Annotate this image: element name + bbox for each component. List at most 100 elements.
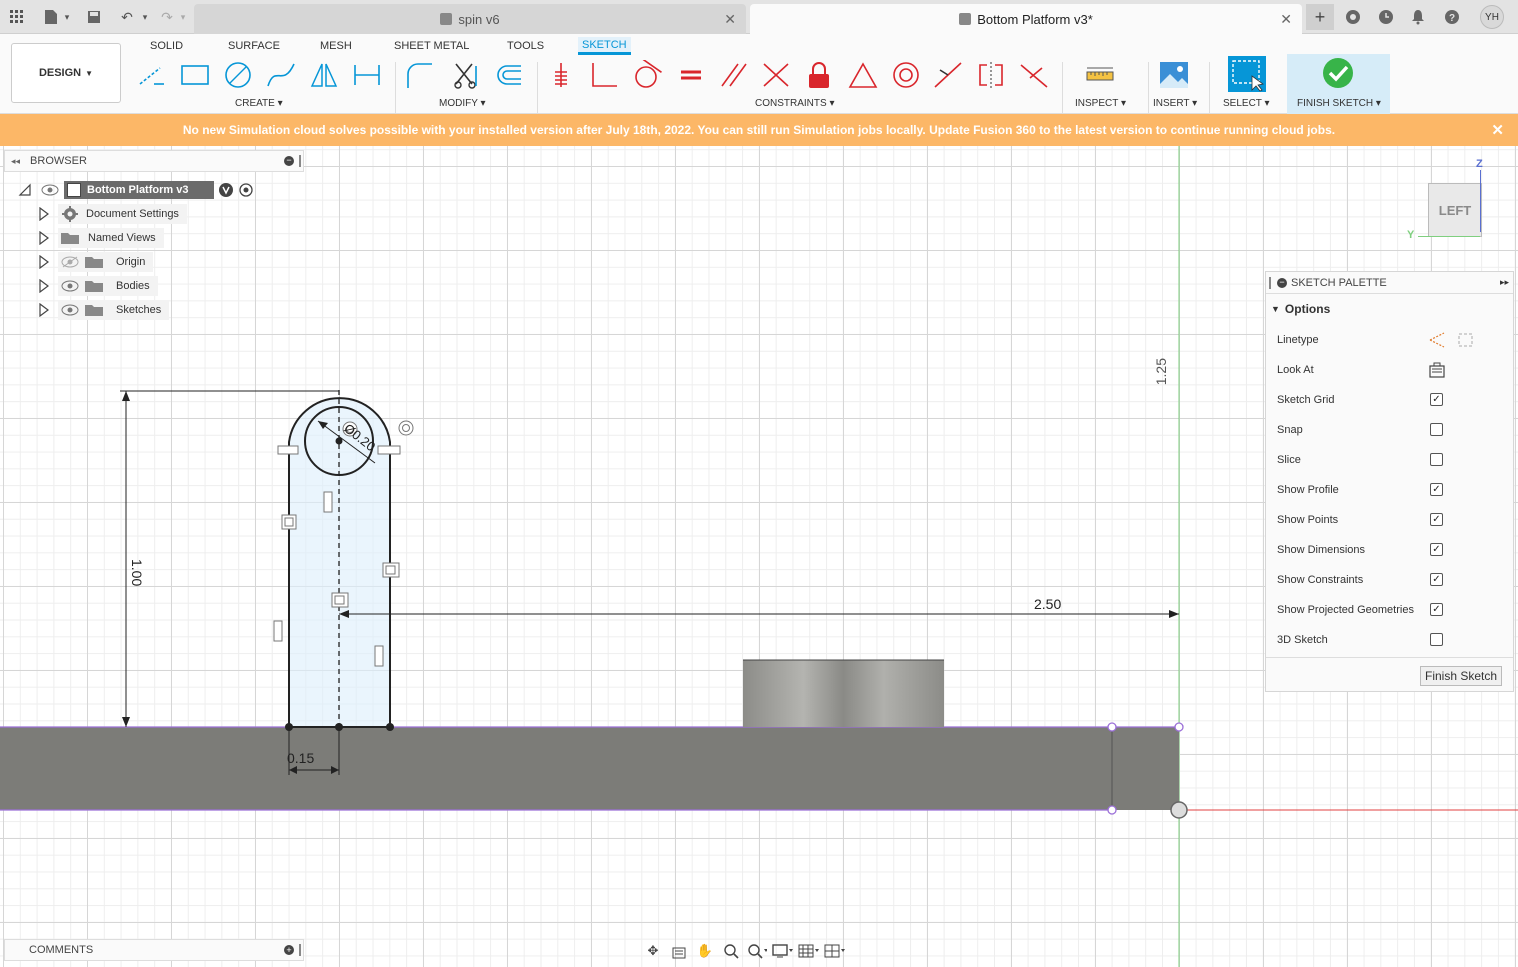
panel-grip-icon[interactable] xyxy=(1269,276,1271,289)
equal-constraint-icon[interactable] xyxy=(675,60,707,90)
document-tab-spin[interactable]: spin v6 ✕ xyxy=(194,4,746,34)
triangle-constraint-icon[interactable] xyxy=(847,60,879,90)
hidden-eye-icon[interactable] xyxy=(60,255,80,269)
add-comment-icon[interactable]: + xyxy=(284,945,294,955)
panel-grip-icon[interactable] xyxy=(299,155,301,167)
minimize-panel-icon[interactable]: − xyxy=(284,156,294,166)
construction-linetype-icon[interactable] xyxy=(1428,331,1446,349)
coincident-constraint-icon[interactable] xyxy=(760,60,792,90)
show-dimensions-checkbox[interactable]: ✓ xyxy=(1430,543,1443,556)
sketch-origin-point[interactable] xyxy=(1170,801,1188,819)
tangent-constraint-icon[interactable] xyxy=(630,60,662,90)
fit-zoom-icon[interactable] xyxy=(744,940,770,962)
create-menu[interactable]: CREATE ▾ xyxy=(235,98,283,109)
grid-settings-icon[interactable] xyxy=(796,940,822,962)
viewports-icon[interactable] xyxy=(822,940,848,962)
offset-icon[interactable] xyxy=(493,60,525,90)
browser-root-row[interactable]: Bottom Platform v3 xyxy=(18,179,254,201)
projected-point[interactable] xyxy=(1107,722,1117,732)
tab-surface[interactable]: SURFACE xyxy=(228,37,280,55)
dimension-length-label[interactable]: 2.50 xyxy=(1034,596,1061,612)
symmetry-constraint-icon[interactable] xyxy=(975,60,1007,90)
cylinder-body[interactable] xyxy=(743,660,944,727)
finish-sketch-menu[interactable]: FINISH SKETCH ▾ xyxy=(1297,98,1381,109)
projected-point[interactable] xyxy=(1107,805,1117,815)
trim-icon[interactable] xyxy=(450,60,482,90)
view-cube[interactable]: LEFT xyxy=(1428,183,1482,237)
extensions-icon[interactable] xyxy=(1342,6,1364,28)
close-tab-icon[interactable]: ✕ xyxy=(1280,11,1292,28)
browser-item-sketches[interactable]: Sketches xyxy=(38,299,170,321)
slice-checkbox[interactable] xyxy=(1430,453,1443,466)
notifications-icon[interactable] xyxy=(1407,6,1429,28)
rectangle-icon[interactable] xyxy=(179,60,211,90)
horizontal-vertical-constraint-icon[interactable] xyxy=(545,60,577,90)
select-menu[interactable]: SELECT ▾ xyxy=(1223,98,1270,109)
expand-triangle-icon[interactable] xyxy=(38,255,50,269)
save-icon[interactable] xyxy=(83,6,105,28)
midpoint-constraint-icon[interactable] xyxy=(932,60,964,90)
dimension-top-label[interactable]: 1.25 xyxy=(1153,358,1169,385)
expand-triangle-icon[interactable] xyxy=(38,279,50,293)
show-constraints-checkbox[interactable]: ✓ xyxy=(1430,573,1443,586)
expand-triangle-icon[interactable] xyxy=(38,231,50,245)
fillet-icon[interactable] xyxy=(404,60,436,90)
look-at-icon[interactable] xyxy=(1428,361,1446,379)
expand-panel-icon[interactable]: ▸▸ xyxy=(1500,277,1509,288)
close-icon[interactable]: ✕ xyxy=(1491,121,1504,139)
dimension-width-label[interactable]: 0.15 xyxy=(287,750,314,766)
collapse-triangle-icon[interactable] xyxy=(18,183,32,197)
curvature-constraint-icon[interactable] xyxy=(1018,60,1050,90)
parallel-constraint-icon[interactable] xyxy=(718,60,750,90)
visibility-eye-icon[interactable] xyxy=(40,183,60,197)
projected-point[interactable] xyxy=(1174,722,1184,732)
concentric-constraint-icon[interactable] xyxy=(890,60,922,90)
display-settings-icon[interactable] xyxy=(770,940,796,962)
visibility-eye-icon[interactable] xyxy=(60,279,80,293)
activate-icon[interactable] xyxy=(218,182,234,198)
undo-dropdown-icon[interactable]: ▾ xyxy=(134,6,156,28)
modify-menu[interactable]: MODIFY ▾ xyxy=(439,98,486,109)
show-profile-checkbox[interactable]: ✓ xyxy=(1430,483,1443,496)
tab-sheet-metal[interactable]: SHEET METAL xyxy=(394,37,469,55)
tab-sketch[interactable]: SKETCH xyxy=(578,37,631,55)
options-section-header[interactable]: ▼ Options xyxy=(1271,302,1330,316)
3d-sketch-checkbox[interactable] xyxy=(1430,633,1443,646)
zoom-icon[interactable] xyxy=(718,940,744,962)
avatar[interactable]: YH xyxy=(1480,5,1504,29)
centerline-linetype-icon[interactable] xyxy=(1457,331,1475,349)
constraints-menu[interactable]: CONSTRAINTS ▾ xyxy=(755,98,834,109)
tab-tools[interactable]: TOOLS xyxy=(507,37,544,55)
apps-grid-icon[interactable] xyxy=(6,6,28,28)
visibility-eye-icon[interactable] xyxy=(60,303,80,317)
panel-grip-icon[interactable] xyxy=(299,944,301,956)
collapse-panel-icon[interactable]: ◂◂ xyxy=(11,156,20,167)
spline-icon[interactable] xyxy=(265,60,297,90)
insert-menu[interactable]: INSERT ▾ xyxy=(1153,98,1197,109)
view-cube-face[interactable]: LEFT xyxy=(1439,203,1472,218)
close-tab-icon[interactable]: ✕ xyxy=(724,11,736,28)
document-tab-bottom-platform[interactable]: Bottom Platform v3* ✕ xyxy=(750,4,1302,34)
browser-item-document-settings[interactable]: Document Settings xyxy=(38,203,187,225)
file-dropdown-icon[interactable]: ▾ xyxy=(56,6,78,28)
checkmark-icon[interactable] xyxy=(1322,58,1354,88)
expand-triangle-icon[interactable] xyxy=(38,207,50,221)
show-projected-geometries-checkbox[interactable]: ✓ xyxy=(1430,603,1443,616)
sketch-point[interactable] xyxy=(386,723,394,731)
dimension-height-label[interactable]: 1.00 xyxy=(129,559,145,586)
minimize-panel-icon[interactable]: − xyxy=(1277,277,1287,288)
dimension-icon[interactable] xyxy=(351,60,383,90)
mirror-icon[interactable] xyxy=(308,60,340,90)
perpendicular-constraint-icon[interactable] xyxy=(588,60,620,90)
orbit-icon[interactable]: ✥ xyxy=(640,940,666,962)
line-icon[interactable] xyxy=(136,60,168,90)
pan-hand-icon[interactable]: ✋ xyxy=(692,940,718,962)
snap-checkbox[interactable] xyxy=(1430,423,1443,436)
radio-target-icon[interactable] xyxy=(238,182,254,198)
finish-sketch-button[interactable]: Finish Sketch xyxy=(1420,666,1502,686)
collapse-triangle-icon[interactable]: ▼ xyxy=(1271,304,1280,314)
new-tab-button[interactable]: + xyxy=(1306,4,1334,30)
redo-dropdown-icon[interactable]: ▾ xyxy=(172,6,194,28)
browser-item-named-views[interactable]: Named Views xyxy=(38,227,164,249)
workspace-switcher[interactable]: DESIGN ▼ xyxy=(11,43,121,103)
